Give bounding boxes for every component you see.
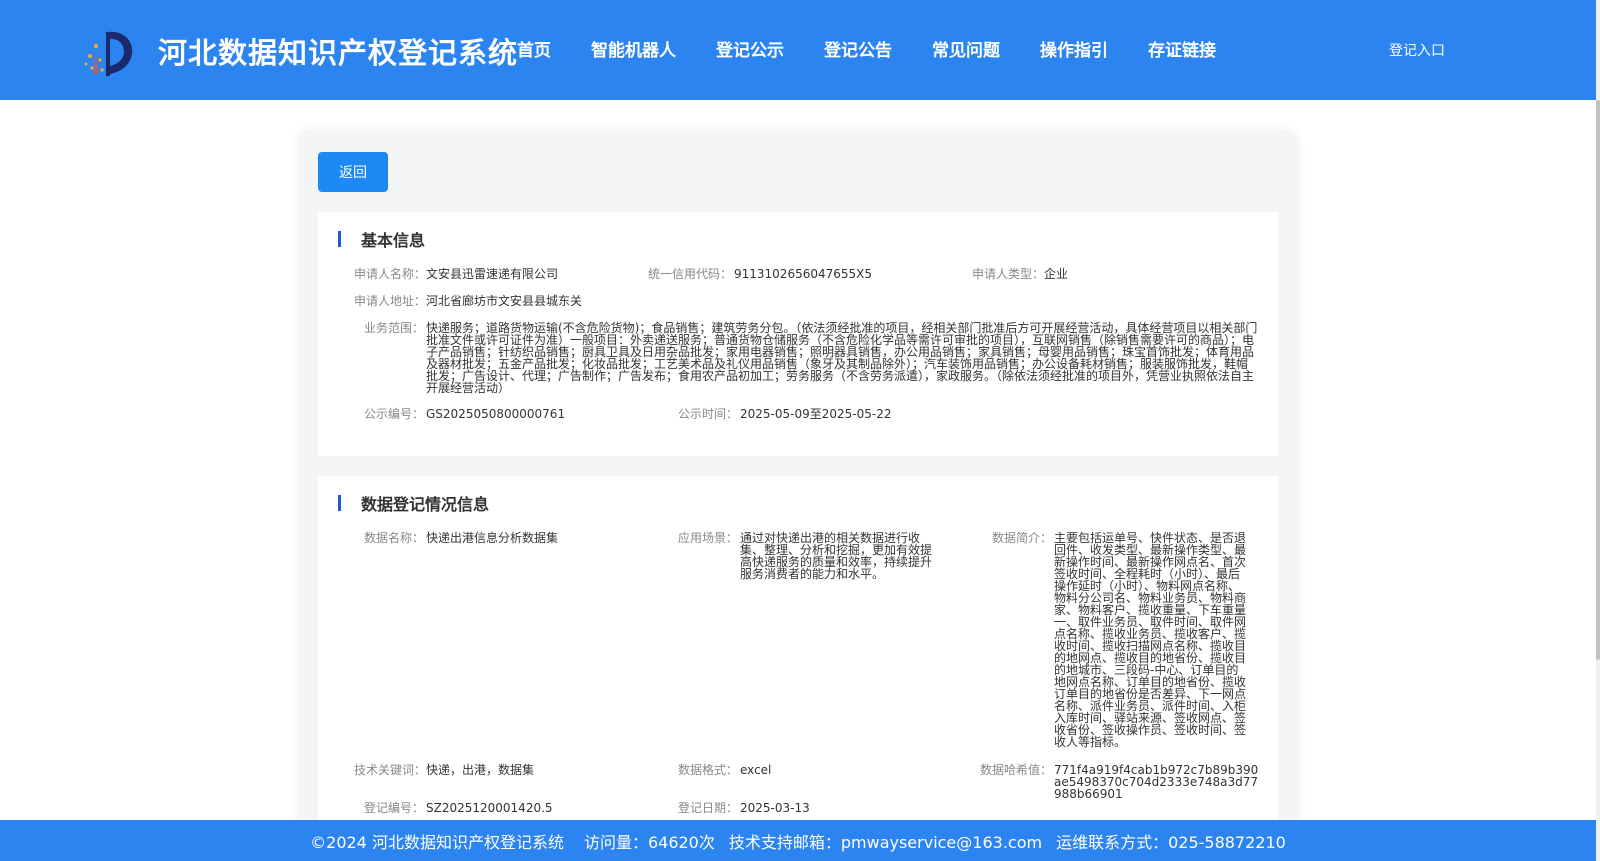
address-value: 河北省廊坊市文安县县城东关 bbox=[426, 294, 583, 308]
keywords-label: 技术关键词： bbox=[354, 763, 427, 777]
nav-announcement[interactable]: 登记公告 bbox=[824, 36, 892, 61]
reg-no-label: 登记编号： bbox=[363, 801, 424, 815]
nav-robot[interactable]: 智能机器人 bbox=[591, 36, 676, 61]
reg-date-label: 登记日期： bbox=[677, 801, 738, 815]
heading-accent-bar bbox=[338, 495, 341, 511]
notice-time-label: 公示时间： bbox=[677, 407, 738, 421]
business-scope-value: 快递服务；道路货物运输(不含危险货物)；食品销售；建筑劳务分包。（依法须经批准的… bbox=[426, 321, 1258, 395]
back-button[interactable]: 返回 bbox=[318, 152, 388, 192]
credit-code-label: 统一信用代码： bbox=[648, 267, 733, 281]
main-nav: 首页 智能机器人 登记公示 登记公告 常见问题 操作指引 存证链接 bbox=[517, 36, 1256, 61]
reg-no-value: SZ2025120001420.5 bbox=[426, 801, 553, 815]
nav-evidence-link[interactable]: 存证链接 bbox=[1148, 36, 1216, 61]
nav-faq[interactable]: 常见问题 bbox=[932, 36, 1000, 61]
site-logo-icon bbox=[84, 31, 133, 76]
nav-publicity[interactable]: 登记公示 bbox=[716, 36, 784, 61]
data-hash-value: 771f4a919f4cab1b972c7b89b390ae5498370c70… bbox=[1054, 763, 1259, 801]
address-label: 申请人地址： bbox=[354, 294, 427, 308]
data-registration-panel: 数据登记情况信息 数据名称： 快递出港信息分析数据集 应用场景： 通过对快递出港… bbox=[318, 476, 1278, 861]
scrollbar-thumb[interactable] bbox=[1596, 100, 1600, 660]
applicant-name-value: 文安县迅雷速递有限公司 bbox=[426, 267, 559, 281]
heading-accent-bar bbox=[338, 231, 341, 247]
data-format-value: excel bbox=[740, 763, 772, 777]
data-intro-label: 数据简介： bbox=[991, 531, 1052, 545]
registration-heading: 数据登记情况信息 bbox=[338, 494, 490, 514]
footer-copyright: ©2024 河北数据知识产权登记系统 bbox=[310, 832, 564, 852]
credit-code-value: 9113102656047655X5 bbox=[734, 267, 873, 281]
footer-visits: 访问量：64620次 bbox=[583, 832, 715, 852]
page-scrollbar[interactable] bbox=[1596, 0, 1600, 861]
page-footer: ©2024 河北数据知识产权登记系统 访问量：64620次 技术支持邮箱：pmw… bbox=[0, 820, 1596, 861]
data-name-value: 快递出港信息分析数据集 bbox=[426, 531, 559, 545]
applicant-type-value: 企业 bbox=[1044, 267, 1069, 281]
data-hash-label: 数据哈希值： bbox=[979, 763, 1052, 777]
login-link[interactable]: 登记入口 bbox=[1389, 40, 1445, 60]
data-name-label: 数据名称： bbox=[363, 531, 424, 545]
footer-phone: 运维联系方式：025-58872210 bbox=[1056, 832, 1286, 852]
nav-guide[interactable]: 操作指引 bbox=[1040, 36, 1108, 61]
basic-info-title: 基本信息 bbox=[361, 231, 426, 250]
site-title: 河北数据知识产权登记系统 bbox=[158, 36, 519, 70]
footer-email: 技术支持邮箱：pmwayservice@163.com bbox=[728, 832, 1043, 852]
applicant-type-label: 申请人类型： bbox=[972, 267, 1045, 281]
scenario-value: 通过对快递出港的相关数据进行收集、整理、分析和挖掘，更加有效提高快递服务的质量和… bbox=[740, 531, 933, 581]
top-header: 河北数据知识产权登记系统 首页 智能机器人 登记公示 登记公告 常见问题 操作指… bbox=[0, 0, 1596, 100]
reg-date-value: 2025-03-13 bbox=[740, 801, 810, 815]
basic-info-panel: 基本信息 申请人名称： 文安县迅雷速递有限公司 统一信用代码： 91131026… bbox=[318, 212, 1278, 456]
notice-no-value: GS2025050800000761 bbox=[426, 407, 566, 421]
registration-title: 数据登记情况信息 bbox=[361, 495, 490, 514]
applicant-name-label: 申请人名称： bbox=[354, 267, 427, 281]
notice-no-label: 公示编号： bbox=[363, 407, 424, 421]
data-format-label: 数据格式： bbox=[677, 763, 738, 777]
keywords-value: 快递，出港，数据集 bbox=[426, 763, 535, 777]
basic-info-heading: 基本信息 bbox=[338, 230, 426, 250]
detail-card: 返回 基本信息 申请人名称： 文安县迅雷速递有限公司 统一信用代码： 91131… bbox=[298, 130, 1298, 861]
data-intro-value: 主要包括运单号、快件状态、是否退回件、收发类型、最新操作类型、最新操作时间、最新… bbox=[1054, 531, 1247, 749]
notice-time-value: 2025-05-09至2025-05-22 bbox=[740, 407, 892, 421]
nav-home[interactable]: 首页 bbox=[517, 36, 551, 61]
scenario-label: 应用场景： bbox=[677, 531, 738, 545]
business-scope-label: 业务范围： bbox=[363, 321, 424, 335]
